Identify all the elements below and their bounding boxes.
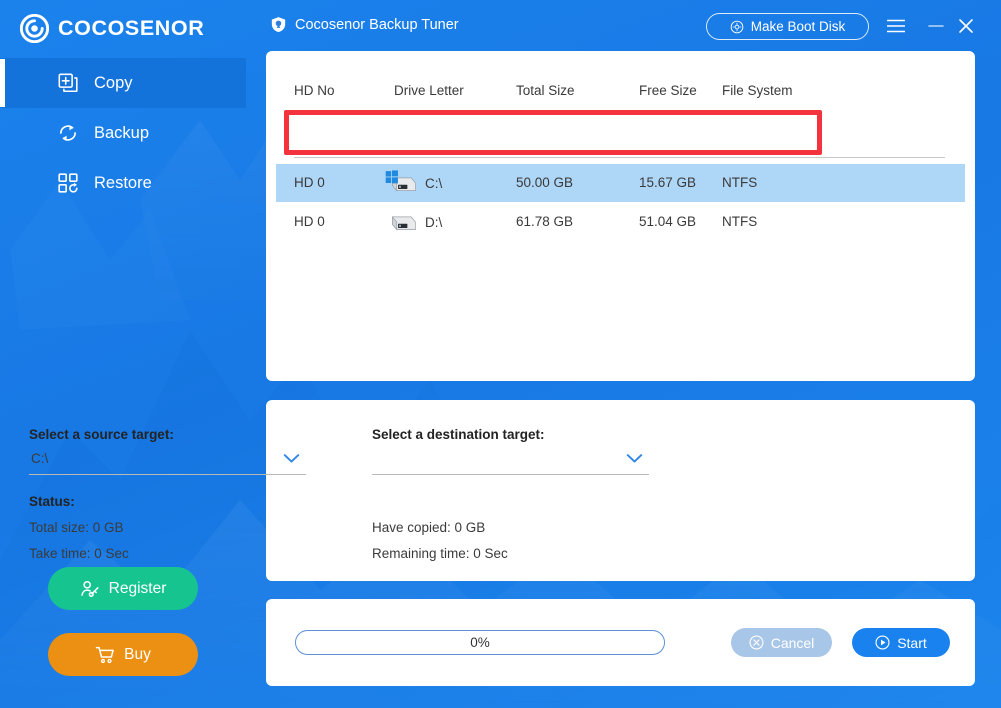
application-window: COCOSENOR Copy Backup Restore Register B… (0, 0, 1001, 708)
column-header-total-size: Total Size (516, 83, 575, 98)
titlebar: Cocosenor Backup Tuner Make Boot Disk (246, 0, 1001, 50)
shopping-cart-icon (95, 646, 114, 663)
progress-bar: 0% (295, 630, 665, 655)
cell-drive-letter: C:\ (384, 167, 514, 199)
close-button[interactable] (953, 14, 979, 38)
source-target-value: C:\ (31, 451, 49, 466)
register-button[interactable]: Register (48, 567, 198, 610)
drive-list-panel: HD No Drive Letter Total Size Free Size … (266, 51, 975, 407)
sidebar-item-backup[interactable]: Backup (0, 108, 246, 158)
buy-button[interactable]: Buy (48, 633, 198, 676)
sidebar-item-label: Copy (94, 73, 133, 92)
sidebar-item-label: Restore (94, 173, 152, 192)
progress-percent-label: 0% (470, 635, 490, 650)
source-target-label: Select a source target: (29, 427, 174, 442)
refresh-cycle-icon (60, 125, 76, 141)
cell-total-size: 50.00 GB (516, 175, 574, 190)
sidebar-item-label: Backup (94, 123, 150, 142)
chevron-down-icon[interactable] (626, 453, 643, 464)
cancel-button[interactable]: Cancel (731, 628, 832, 657)
cell-file-system: NTFS (722, 214, 758, 229)
make-boot-disk-button[interactable]: Make Boot Disk (706, 13, 869, 40)
chevron-down-icon[interactable] (283, 453, 300, 464)
sidebar-item-copy[interactable]: Copy (0, 58, 246, 108)
column-header-hd-no: HD No (294, 83, 335, 98)
make-boot-disk-label: Make Boot Disk (750, 19, 846, 34)
destination-target-select[interactable] (372, 446, 649, 475)
cell-file-system: NTFS (722, 175, 758, 190)
brand-name: COCOSENOR (58, 16, 205, 40)
sidebar-actions: Register Buy (48, 567, 198, 676)
cancel-circle-icon (749, 635, 764, 650)
shield-icon (271, 17, 286, 33)
cancel-button-label: Cancel (770, 634, 815, 651)
cell-hd-no: HD 0 (294, 175, 325, 190)
hard-drive-icon (392, 215, 416, 231)
status-have-copied: Have copied: 0 GB (372, 520, 486, 535)
drive-letter-text: C:\ (425, 175, 443, 191)
sidebar-nav: Copy Backup Restore (0, 58, 246, 208)
copy-plus-icon (58, 73, 78, 93)
minimize-icon (928, 25, 944, 27)
start-button[interactable]: Start (852, 628, 950, 657)
start-button-label: Start (897, 634, 927, 651)
status-total-size: Total size: 0 GB (29, 520, 124, 535)
drive-letter-text: D:\ (425, 214, 443, 230)
table-header-row: HD No Drive Letter Total Size Free Size … (294, 83, 945, 103)
status-label: Status: (29, 494, 75, 509)
column-header-drive-letter: Drive Letter (394, 83, 464, 98)
status-take-time: Take time: 0 Sec (29, 546, 129, 561)
column-header-file-system: File System (722, 83, 793, 98)
cell-total-size: 61.78 GB (516, 214, 574, 229)
cell-free-size: 15.67 GB (639, 175, 697, 190)
user-key-icon (80, 580, 99, 597)
play-circle-icon (875, 635, 890, 650)
app-title: Cocosenor Backup Tuner (295, 16, 459, 33)
cell-free-size: 51.04 GB (639, 214, 697, 229)
column-header-free-size: Free Size (639, 83, 697, 98)
brand-logo-area: COCOSENOR (0, 0, 246, 57)
restore-grid-icon (58, 173, 78, 193)
register-button-label: Register (108, 579, 167, 597)
table-header-divider (294, 157, 945, 158)
sidebar-item-restore[interactable]: Restore (0, 158, 246, 208)
disc-icon (730, 20, 744, 33)
close-icon (959, 19, 973, 33)
action-panel: 0% Cancel Start (266, 599, 975, 686)
buy-button-label: Buy (124, 645, 151, 663)
table-row[interactable]: HD 0 C:\ 50.00 GB 15.67 GB NTFS (276, 164, 965, 202)
cocosenor-target-logo (20, 14, 49, 43)
sidebar: COCOSENOR Copy Backup Restore Register B… (0, 0, 246, 708)
destination-target-label: Select a destination target: (372, 427, 545, 442)
minimize-button[interactable] (923, 14, 949, 38)
app-title-group: Cocosenor Backup Tuner (270, 16, 459, 33)
hamburger-menu-button[interactable] (883, 14, 909, 38)
cell-drive-letter: D:\ (384, 206, 514, 238)
cell-hd-no: HD 0 (294, 214, 325, 229)
source-target-select[interactable]: C:\ (29, 446, 306, 475)
status-remaining-time: Remaining time: 0 Sec (372, 546, 508, 561)
table-row[interactable]: HD 0 D:\ 61.78 GB 51.04 GB NTFS (276, 203, 965, 241)
windows-system-drive-icon (385, 170, 416, 192)
hamburger-menu-icon (887, 19, 905, 33)
